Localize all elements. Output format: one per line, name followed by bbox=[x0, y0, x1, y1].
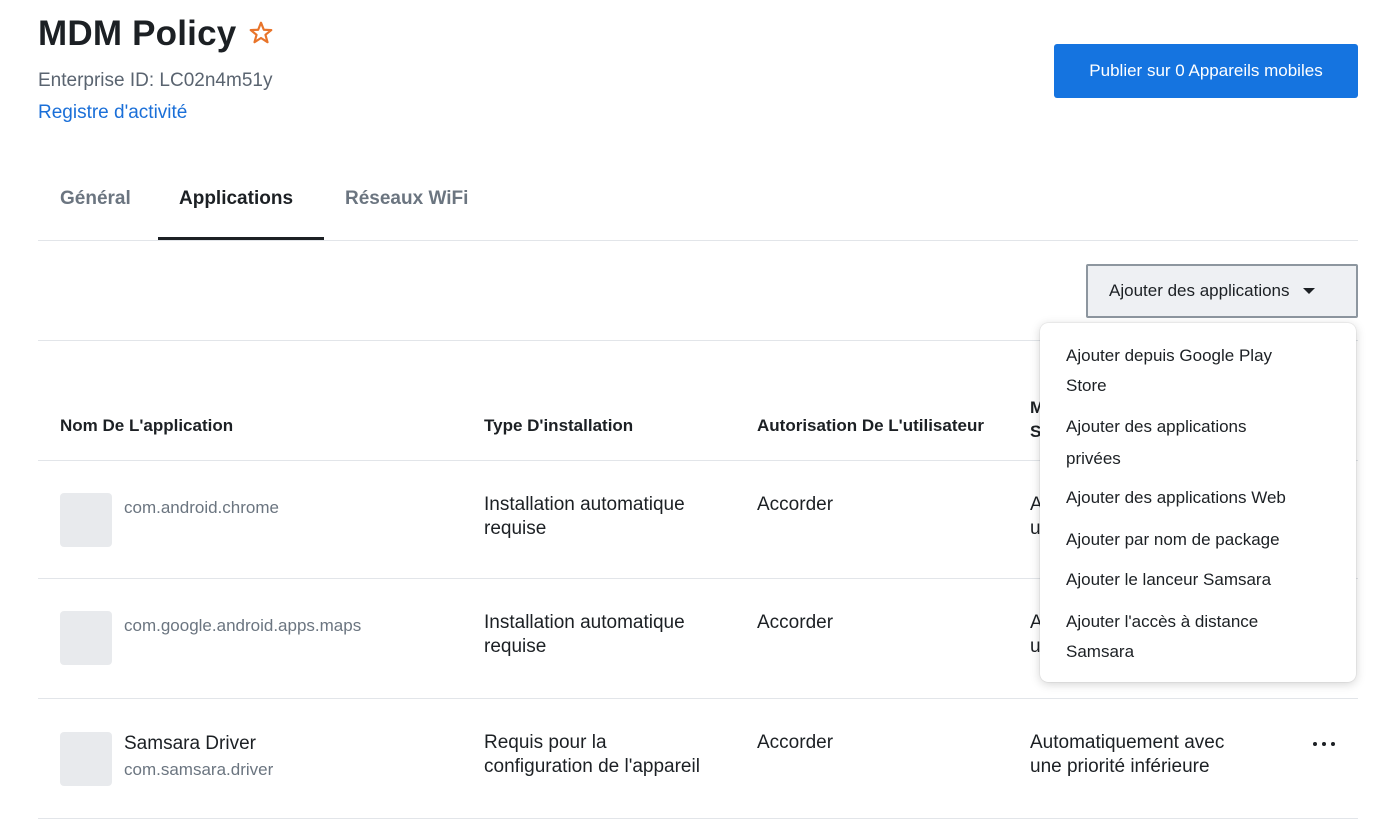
activity-log-link[interactable]: Registre d'activité bbox=[38, 102, 187, 124]
app-name: Samsara Driver bbox=[124, 733, 256, 754]
user-permission: Accorder bbox=[757, 612, 834, 633]
app-icon-placeholder bbox=[60, 732, 112, 786]
tab-applications[interactable]: Applications bbox=[179, 188, 293, 210]
app-package: com.samsara.driver bbox=[124, 760, 274, 779]
star-icon[interactable] bbox=[248, 20, 274, 46]
app-package: com.google.android.apps.maps bbox=[124, 616, 362, 635]
column-header-app-name[interactable]: Nom De L'application bbox=[60, 416, 233, 436]
app-package: com.android.chrome bbox=[124, 498, 279, 517]
update-mode: Automatiquement avec une priorité inféri… bbox=[1030, 732, 1225, 777]
row-divider bbox=[38, 818, 1358, 819]
install-type: Requis pour la configuration de l'appare… bbox=[484, 732, 700, 777]
tabs-divider bbox=[38, 240, 1358, 241]
tab-wifi-networks[interactable]: Réseaux WiFi bbox=[345, 188, 468, 210]
menu-item-google-play[interactable]: Ajouter depuis Google Play Store bbox=[1066, 341, 1326, 401]
menu-item-web-apps[interactable]: Ajouter des applications Web bbox=[1066, 483, 1326, 513]
menu-item-package-name[interactable]: Ajouter par nom de package bbox=[1066, 525, 1326, 555]
install-type: Installation automatique requise bbox=[484, 612, 685, 657]
caret-down-icon bbox=[1302, 288, 1315, 294]
add-applications-label: Ajouter des applications bbox=[1109, 281, 1290, 300]
menu-item-private-apps[interactable]: Ajouter des applications privées bbox=[1066, 411, 1326, 475]
enterprise-id: Enterprise ID: LC02n4m51y bbox=[38, 70, 273, 91]
add-applications-button[interactable]: Ajouter des applications bbox=[1086, 264, 1358, 318]
column-header-install-type[interactable]: Type D'installation bbox=[484, 416, 633, 436]
install-type: Installation automatique requise bbox=[484, 494, 685, 539]
user-permission: Accorder bbox=[757, 494, 834, 515]
page-title: MDM Policy bbox=[38, 14, 237, 53]
column-header-user-permission[interactable]: Autorisation De L'utilisateur bbox=[757, 416, 984, 436]
user-permission: Accorder bbox=[757, 732, 834, 753]
tab-general[interactable]: Général bbox=[60, 188, 131, 210]
app-icon-placeholder bbox=[60, 493, 112, 547]
publish-button[interactable]: Publier sur 0 Appareils mobiles bbox=[1054, 44, 1358, 98]
add-applications-menu: Ajouter depuis Google Play Store Ajouter… bbox=[1040, 323, 1356, 682]
menu-item-samsara-launcher[interactable]: Ajouter le lanceur Samsara bbox=[1066, 565, 1326, 595]
app-icon-placeholder bbox=[60, 611, 112, 665]
menu-item-samsara-remote-access[interactable]: Ajouter l'accès à distance Samsara bbox=[1066, 607, 1326, 667]
more-options-icon[interactable] bbox=[1313, 734, 1335, 754]
